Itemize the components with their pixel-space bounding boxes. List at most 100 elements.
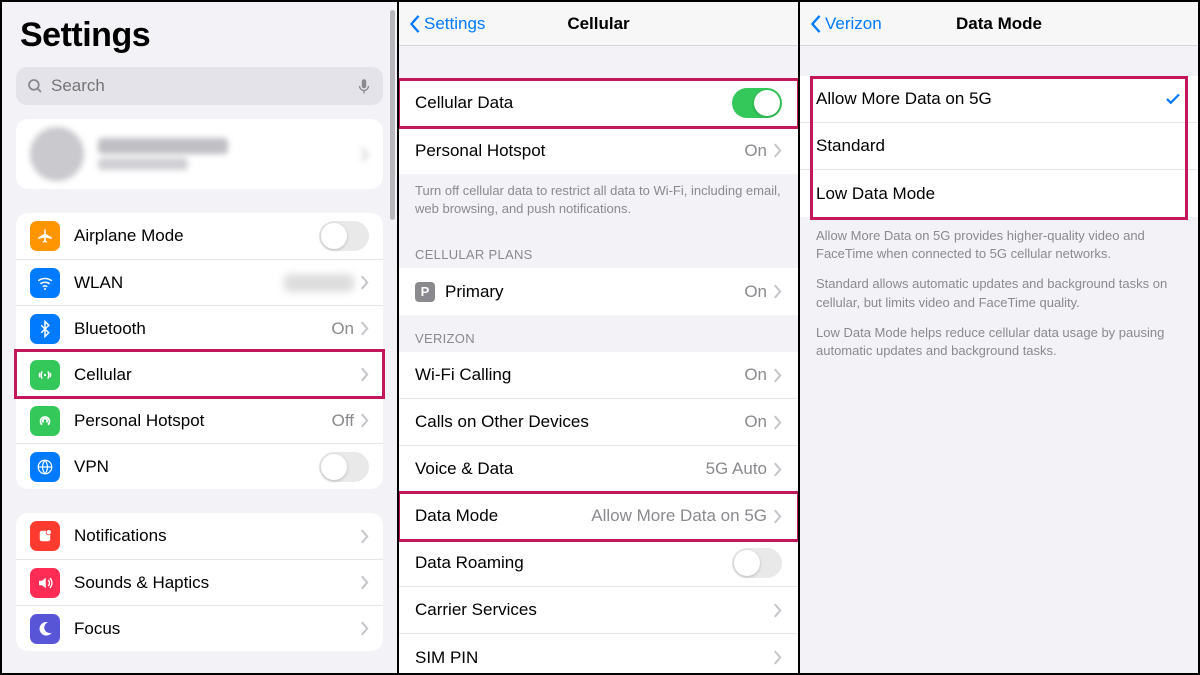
row-value: Off [332, 411, 354, 431]
row-cellular_data[interactable]: Cellular Data [399, 80, 798, 127]
notifications-icon [30, 521, 60, 551]
chevron-right-icon [773, 650, 782, 665]
cellular-data-section: Cellular DataPersonal HotspotOn [399, 80, 798, 174]
desc-standard: Standard allows automatic updates and ba… [816, 275, 1182, 311]
section-header-plans: CELLULAR PLANS [399, 231, 798, 268]
scrollbar[interactable] [390, 10, 395, 220]
chevron-right-icon [360, 621, 369, 636]
row-label: VPN [74, 457, 319, 477]
option-allow_more[interactable]: Allow More Data on 5G [800, 76, 1198, 123]
section-header-verizon: VERIZON [399, 315, 798, 352]
description-block: Allow More Data on 5G provides higher-qu… [800, 217, 1198, 382]
settings-row-airplane[interactable]: Airplane Mode [16, 213, 383, 259]
settings-row-vpn[interactable]: VPN [16, 443, 383, 489]
row-label: Carrier Services [415, 600, 773, 620]
settings-row-hotspot[interactable]: Personal HotspotOff [16, 397, 383, 443]
row-value: On [744, 141, 767, 161]
row-label: Sounds & Haptics [74, 573, 360, 593]
search-field[interactable] [16, 67, 383, 105]
checkmark-icon [1164, 90, 1182, 108]
chevron-right-icon [360, 529, 369, 544]
wlan-icon [30, 268, 60, 298]
row-label: Airplane Mode [74, 226, 319, 246]
row-label: Wi-Fi Calling [415, 365, 744, 385]
hotspot-icon [30, 406, 60, 436]
row-value: On [744, 365, 767, 385]
toggle-switch[interactable] [319, 452, 369, 482]
search-input[interactable] [51, 76, 355, 96]
settings-sidebar-pane: Settings Airplane Mode WLAN BluetoothOn Cel… [2, 2, 397, 673]
settings-group-connectivity: Airplane Mode WLAN BluetoothOn Cellular Pers… [16, 213, 383, 489]
row-value: On [744, 282, 767, 302]
settings-row-focus[interactable]: Focus [16, 605, 383, 651]
verizon-section: Wi-Fi CallingOnCalls on Other DevicesOnV… [399, 352, 798, 673]
option-label: Standard [816, 136, 1182, 156]
row-sim_pin[interactable]: SIM PIN [399, 634, 798, 673]
row-value [284, 274, 354, 292]
data-mode-pane: Verizon Data Mode Allow More Data on 5GS… [800, 2, 1198, 673]
navbar: Settings Cellular [399, 2, 798, 46]
chevron-right-icon [360, 413, 369, 428]
mic-icon[interactable] [355, 77, 373, 95]
chevron-right-icon [773, 143, 782, 158]
chevron-right-icon [773, 509, 782, 524]
row-label: Bluetooth [74, 319, 331, 339]
row-value: 5G Auto [706, 459, 767, 479]
chevron-right-icon [773, 603, 782, 618]
row-label: Data Roaming [415, 553, 732, 573]
vpn-icon [30, 452, 60, 482]
back-label: Settings [424, 14, 485, 34]
row-label: Primary [445, 282, 744, 302]
settings-group-notifications: Notifications Sounds & Haptics Focus [16, 513, 383, 651]
row-label: Data Mode [415, 506, 591, 526]
toggle-switch[interactable] [319, 221, 369, 251]
profile-text [98, 138, 360, 170]
option-low_data[interactable]: Low Data Mode [800, 170, 1198, 217]
row-data_mode[interactable]: Data ModeAllow More Data on 5G [399, 493, 798, 540]
page-title: Settings [2, 2, 397, 61]
settings-row-bluetooth[interactable]: BluetoothOn [16, 305, 383, 351]
back-button[interactable]: Verizon [810, 14, 882, 34]
chevron-right-icon [360, 367, 369, 382]
toggle-switch[interactable] [732, 548, 782, 578]
row-value: Allow More Data on 5G [591, 506, 767, 526]
back-label: Verizon [825, 14, 882, 34]
back-button[interactable]: Settings [409, 14, 485, 34]
search-icon [26, 77, 44, 95]
row-voice_data[interactable]: Voice & Data5G Auto [399, 446, 798, 493]
settings-row-notifications[interactable]: Notifications [16, 513, 383, 559]
row-label: Personal Hotspot [415, 141, 744, 161]
row-data_roaming[interactable]: Data Roaming [399, 540, 798, 587]
row-label: Cellular [74, 365, 360, 385]
row-carrier_services[interactable]: Carrier Services [399, 587, 798, 634]
option-label: Allow More Data on 5G [816, 89, 1164, 109]
plan-badge-icon: P [415, 282, 435, 302]
option-standard[interactable]: Standard [800, 123, 1198, 170]
settings-row-wlan[interactable]: WLAN [16, 259, 383, 305]
row-label: Personal Hotspot [74, 411, 332, 431]
chevron-right-icon [773, 368, 782, 383]
sounds-icon [30, 568, 60, 598]
chevron-right-icon [360, 275, 369, 290]
row-label: Calls on Other Devices [415, 412, 744, 432]
row-calls_other[interactable]: Calls on Other DevicesOn [399, 399, 798, 446]
row-personal_hotspot[interactable]: Personal HotspotOn [399, 127, 798, 174]
row-value: On [331, 319, 354, 339]
chevron-right-icon [773, 415, 782, 430]
chevron-right-icon [360, 321, 369, 336]
row-label: Voice & Data [415, 459, 706, 479]
apple-id-card[interactable] [16, 119, 383, 189]
row-primary[interactable]: P PrimaryOn [399, 268, 798, 315]
cellular-pane: Settings Cellular Cellular DataPersonal … [397, 2, 800, 673]
airplane-icon [30, 221, 60, 251]
desc-low-data: Low Data Mode helps reduce cellular data… [816, 324, 1182, 360]
bluetooth-icon [30, 314, 60, 344]
option-label: Low Data Mode [816, 184, 1182, 204]
row-label: WLAN [74, 273, 284, 293]
row-label: Focus [74, 619, 360, 639]
settings-row-cellular[interactable]: Cellular [16, 351, 383, 397]
row-wifi_calling[interactable]: Wi-Fi CallingOn [399, 352, 798, 399]
settings-row-sounds[interactable]: Sounds & Haptics [16, 559, 383, 605]
toggle-switch[interactable] [732, 88, 782, 118]
row-label: Notifications [74, 526, 360, 546]
